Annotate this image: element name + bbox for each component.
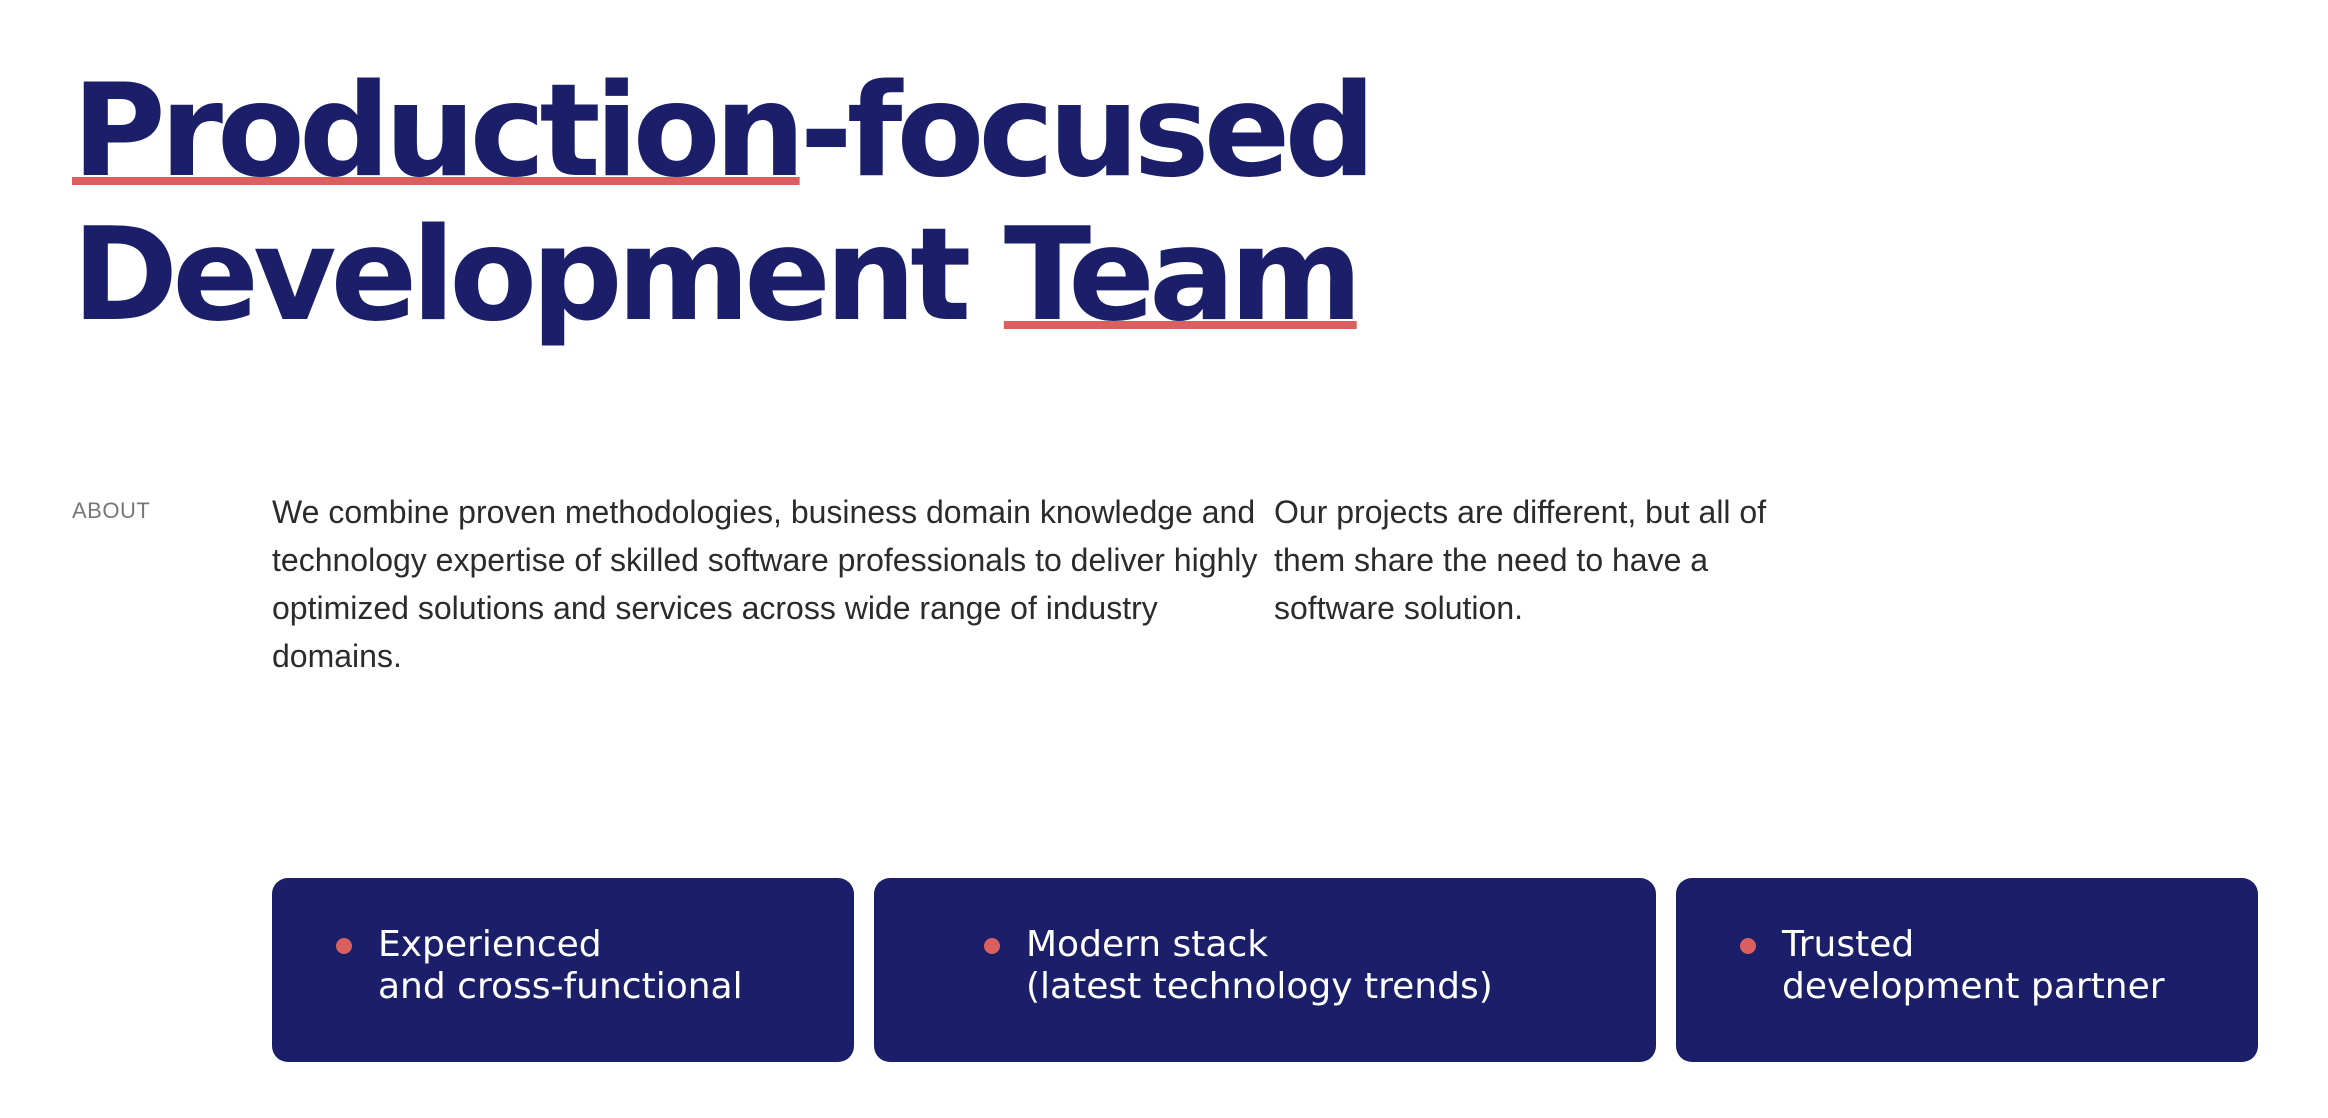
title-word-development: Development	[72, 201, 1004, 350]
feature-card-title: Experienced	[378, 924, 602, 965]
feature-card-title: Modern stack	[1026, 924, 1269, 965]
page-title: Production-focused Development Team	[72, 57, 1376, 348]
feature-card-subtitle: (latest technology trends)	[1026, 966, 1493, 1007]
title-line-1: Production-focused	[72, 57, 1376, 206]
feature-card-text: Experienced and cross-functional	[378, 924, 743, 1008]
about-section-label: ABOUT	[72, 498, 151, 523]
about-paragraph-1: We combine proven methodologies, busines…	[272, 494, 1258, 674]
bullet-dot-icon	[336, 938, 352, 954]
feature-card-experienced: Experienced and cross-functional	[272, 878, 854, 1062]
feature-card-trusted-partner: Trusted development partner	[1676, 878, 2258, 1062]
title-underlined-word-team: Team	[1003, 201, 1363, 350]
title-word-focused: -focused	[799, 57, 1376, 206]
title-underlined-word-production: Production	[72, 57, 806, 206]
feature-card-text: Trusted development partner	[1782, 924, 2165, 1008]
feature-card-modern-stack: Modern stack (latest technology trends)	[874, 878, 1656, 1062]
feature-card-subtitle: and cross-functional	[378, 966, 743, 1007]
title-line-2: Development Team	[72, 204, 1370, 348]
feature-card-subtitle: development partner	[1782, 966, 2165, 1007]
bullet-dot-icon	[1740, 938, 1756, 954]
feature-card-title: Trusted	[1782, 924, 1915, 965]
feature-card-text: Modern stack (latest technology trends)	[1026, 924, 1493, 1008]
bullet-dot-icon	[984, 938, 1000, 954]
about-paragraph-2: Our projects are different, but all of t…	[1274, 494, 1767, 626]
